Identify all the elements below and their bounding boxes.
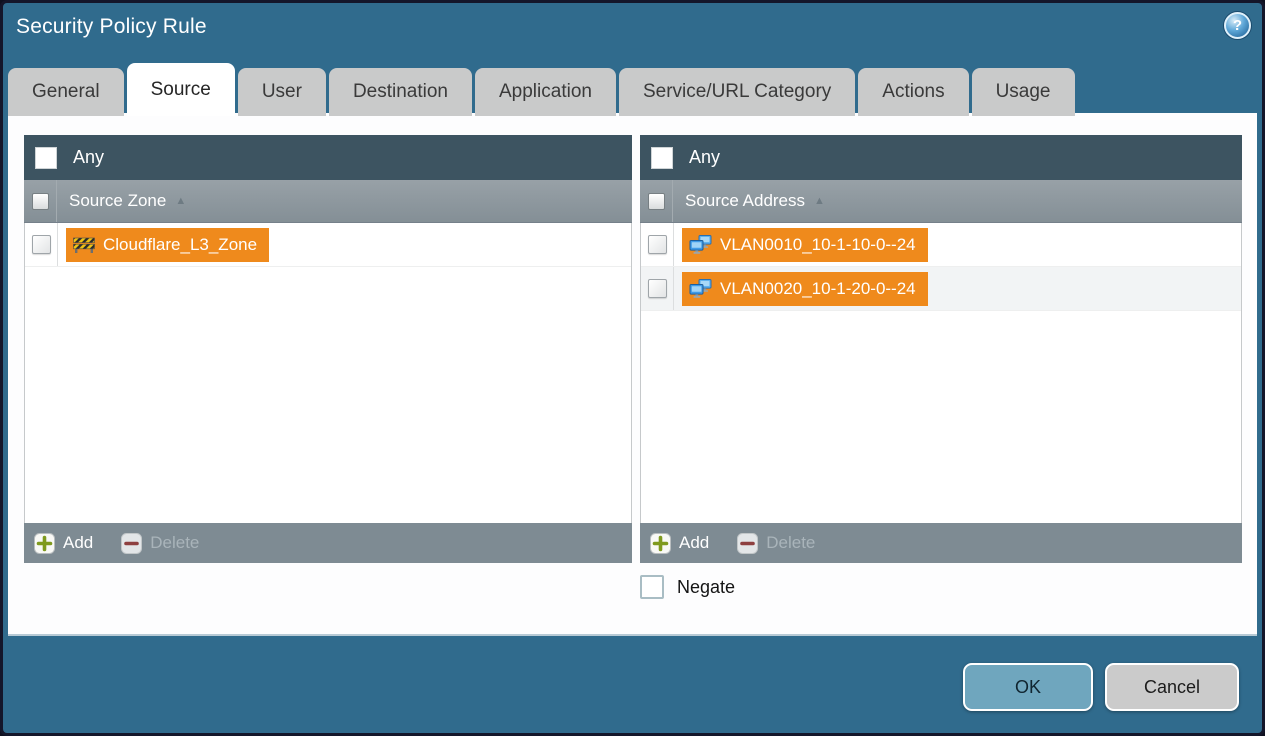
zone-tag[interactable]: Cloudflare_L3_Zone	[66, 227, 270, 262]
source-zone-selectall-checkbox[interactable]	[31, 192, 49, 210]
address-tag-label: VLAN0020_10-1-20-0--24	[720, 278, 916, 298]
delete-icon	[121, 532, 143, 554]
source-address-add-button[interactable]: Add	[650, 532, 710, 554]
add-label: Add	[679, 533, 710, 552]
source-address-column-sort[interactable]: Source Address ▲	[673, 180, 1242, 222]
source-zone-any-checkbox[interactable]	[35, 146, 57, 169]
tab-service-url-category[interactable]: Service/URL Category	[618, 68, 856, 116]
tab-application[interactable]: Application	[475, 68, 616, 116]
negate-checkbox[interactable]	[640, 575, 664, 599]
negate-label: Negate	[677, 576, 736, 597]
source-zone-column-header: Source Zone ▲	[24, 180, 632, 223]
tab-usage[interactable]: Usage	[971, 68, 1075, 116]
source-zone-selectall-cell	[24, 180, 57, 222]
source-address-delete-button[interactable]: Delete	[737, 532, 816, 554]
tab-source[interactable]: Source	[126, 63, 235, 116]
source-zone-any-header: Any	[24, 135, 632, 180]
table-row[interactable]: VLAN0010_10-1-10-0--24	[641, 223, 1241, 267]
dialog-title: Security Policy Rule	[16, 15, 207, 38]
source-address-table-body: VLAN0010_10-1-10-0--24 VLAN0020_10-1-20-…	[640, 223, 1242, 523]
source-zone-column-label: Source Zone	[69, 191, 167, 210]
source-zone-column-sort[interactable]: Source Zone ▲	[57, 180, 632, 222]
source-zone-add-button[interactable]: Add	[34, 532, 94, 554]
address-tag[interactable]: VLAN0010_10-1-10-0--24	[682, 227, 928, 262]
source-zone-footer: Add Delete	[24, 523, 632, 563]
source-zone-any-label: Any	[73, 147, 105, 167]
address-network-icon	[689, 279, 712, 298]
sort-asc-icon: ▲	[175, 195, 187, 207]
zone-tag-label: Cloudflare_L3_Zone	[103, 234, 258, 254]
source-zone-panel: Any Source Zone ▲ Cloudflare_L3_Zone Add…	[24, 135, 632, 563]
tab-destination[interactable]: Destination	[328, 68, 472, 116]
add-label: Add	[63, 533, 94, 552]
tab-bar: General Source User Destination Applicat…	[8, 63, 1075, 116]
row-checkbox-cell	[641, 267, 674, 310]
table-row[interactable]: Cloudflare_L3_Zone	[25, 223, 631, 267]
row-checkbox-cell	[25, 223, 58, 266]
delete-icon	[737, 532, 759, 554]
delete-label: Delete	[150, 533, 200, 552]
source-address-any-header: Any	[640, 135, 1242, 180]
source-address-panel: Any Source Address ▲ VLAN0010_10-1-10-0-…	[640, 135, 1242, 563]
row-checkbox[interactable]	[647, 235, 667, 254]
cancel-button[interactable]: Cancel	[1105, 663, 1239, 711]
negate-row: Negate	[640, 575, 735, 599]
address-network-icon	[689, 235, 712, 254]
source-address-any-checkbox[interactable]	[651, 146, 673, 169]
source-tab-content: Any Source Zone ▲ Cloudflare_L3_Zone Add…	[8, 113, 1257, 636]
row-checkbox[interactable]	[31, 235, 51, 254]
row-checkbox[interactable]	[647, 279, 667, 298]
tab-general[interactable]: General	[8, 68, 124, 116]
source-zone-delete-button[interactable]: Delete	[121, 532, 200, 554]
zone-icon	[73, 237, 95, 253]
add-icon	[34, 532, 55, 554]
source-address-selectall-cell	[640, 180, 673, 222]
security-policy-rule-dialog: Security Policy Rule ? General Source Us…	[0, 0, 1265, 736]
source-zone-table-body: Cloudflare_L3_Zone	[24, 223, 632, 523]
table-row[interactable]: VLAN0020_10-1-20-0--24	[641, 267, 1241, 311]
source-address-any-label: Any	[689, 147, 721, 167]
tab-actions[interactable]: Actions	[858, 68, 969, 116]
help-icon[interactable]: ?	[1224, 12, 1251, 39]
source-address-column-header: Source Address ▲	[640, 180, 1242, 223]
source-address-column-label: Source Address	[685, 191, 806, 210]
address-tag-label: VLAN0010_10-1-10-0--24	[720, 234, 916, 254]
tab-user[interactable]: User	[237, 68, 326, 116]
row-checkbox-cell	[641, 223, 674, 266]
source-address-selectall-checkbox[interactable]	[647, 192, 665, 210]
ok-button[interactable]: OK	[963, 663, 1093, 711]
delete-label: Delete	[766, 533, 816, 552]
add-icon	[650, 532, 671, 554]
source-address-footer: Add Delete	[640, 523, 1242, 563]
sort-asc-icon: ▲	[814, 195, 825, 207]
address-tag[interactable]: VLAN0020_10-1-20-0--24	[682, 271, 928, 306]
